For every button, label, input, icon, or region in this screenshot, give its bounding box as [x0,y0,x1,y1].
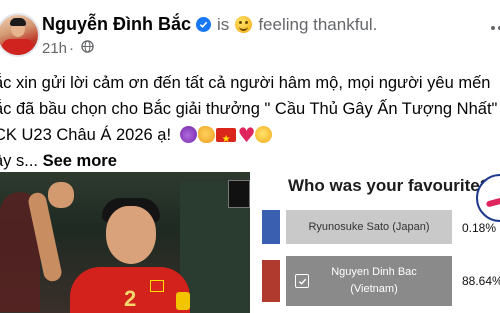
more-options-icon[interactable] [491,26,500,30]
smiling-devil-icon [179,126,197,143]
poll-graphic: Who was your favourite? Ryunosuke Sato (… [262,172,500,313]
poll-question: Who was your favourite? [288,176,491,195]
feeling-text: feeling thankful. [258,14,378,34]
poll-option-name: Nguyen Dinh Bac [331,266,417,278]
red-heart-icon [237,122,256,148]
captain-armband [176,292,190,310]
jersey-flag-badge [150,280,164,292]
clapping-hands-icon [197,126,215,143]
player-thumbnail [262,260,280,302]
poll-option-selected: Nguyen Dinh Bac (Vietnam) 88.64% [262,256,500,306]
caption-line: ắc xin gửi lời cảm ơn đến tất cả người h… [0,74,491,92]
post-meta: 21h · [42,40,94,57]
poll-option-label: Ryunosuke Sato (Japan) [308,221,430,233]
author-name[interactable]: Nguyễn Đình Bắc [42,14,191,35]
poll-option-country: (Vietnam) [350,283,398,295]
emoji-row [179,122,272,153]
post-media[interactable]: 2 Who was your favourite? Ryunosuke Sato… [0,172,500,313]
see-more-link[interactable]: See more [43,152,117,170]
poll-option: Ryunosuke Sato (Japan) 0.18% [262,208,500,244]
globe-icon[interactable] [81,40,94,57]
caption-truncated: ây s... [0,152,39,170]
poll-option-percent: 88.64% [462,274,500,288]
raised-fist [48,182,74,208]
vietnam-flag-icon [215,127,236,153]
saluting-face-icon [254,126,272,143]
player-photo[interactable]: 2 [0,172,250,313]
poll-option-percent: 0.18% [462,221,497,235]
poll-option-label: Nguyen Dinh Bac (Vietnam) [306,264,442,298]
status-is: is [217,14,230,34]
player-head [106,206,156,264]
author-avatar[interactable] [0,13,40,57]
caption-line: CK U23 Châu Á 2026 ạ! [0,126,172,144]
smiling-face-icon [235,16,253,33]
player-thumbnail [262,210,280,244]
logo-swoosh [485,194,500,208]
avatar-hair [10,18,26,26]
caption-line: ắc đã bầu chọn cho Bắc giải thưởng " Cầu… [0,100,498,118]
verified-badge-icon [196,17,212,32]
broadcaster-logo-icon [228,180,250,208]
caption-last-line: ây s... See more [0,148,500,174]
jersey-number: 2 [124,286,137,311]
caption-line-with-emoji: CK U23 Châu Á 2026 ạ! [0,122,500,153]
meta-separator: · [69,40,75,57]
avatar-shirt [2,39,34,55]
post-time[interactable]: 21h [42,40,67,57]
post-caption: ắc xin gửi lời cảm ơn đến tất cả người h… [0,70,500,174]
author-row: Nguyễn Đình Bắc is feeling thankful. [42,14,377,35]
post-header: Nguyễn Đình Bắc is feeling thankful. 21h… [0,0,500,66]
